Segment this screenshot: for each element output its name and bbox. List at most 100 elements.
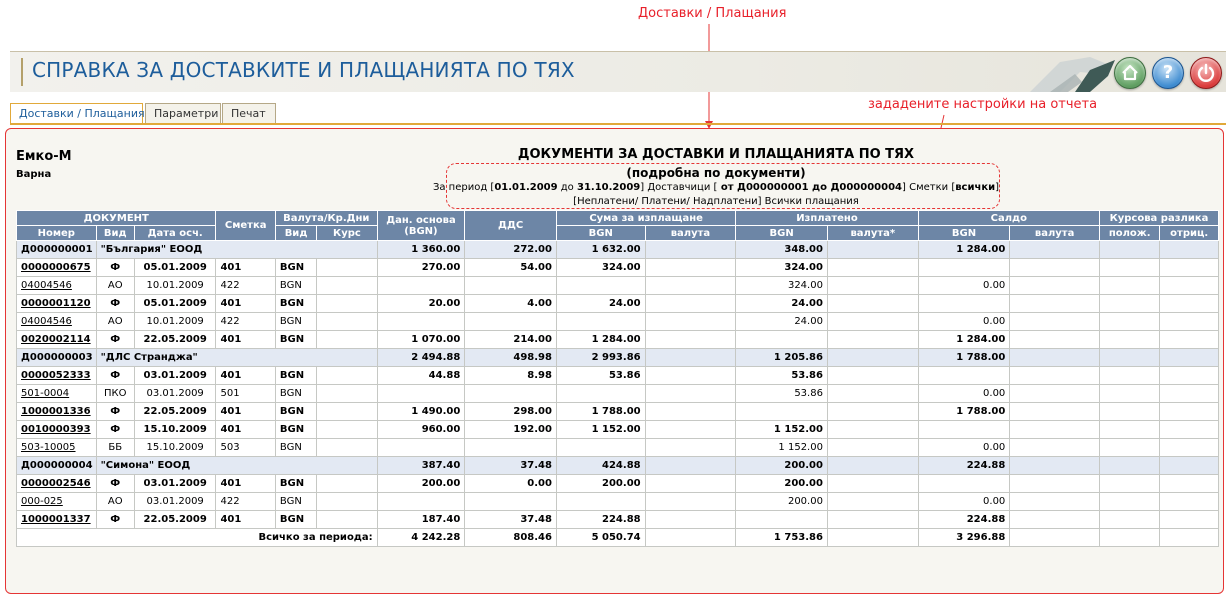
cell-number[interactable]: 1000001337 [16, 510, 97, 529]
report-title: ДОКУМЕНТИ ЗА ДОСТАВКИ И ПЛАЩАНИЯТА ПО ТЯ… [517, 147, 915, 162]
cell-fx-pos [1098, 456, 1161, 475]
cell-number[interactable]: 0000001120 [16, 294, 97, 313]
cell-currency-type: BGN [274, 492, 318, 511]
cell-currency-type: BGN [274, 312, 318, 331]
document-link[interactable]: 04004546 [21, 316, 72, 327]
cell-balance-currency [1009, 276, 1100, 295]
cell-number[interactable]: 501-0004 [16, 384, 97, 403]
cell-tax-base [376, 438, 466, 457]
col-cur-type: Вид [274, 225, 318, 241]
cell-tax-base [376, 276, 466, 295]
cell-vat: 214.00 [464, 330, 557, 349]
report-table-body: Д000000001 "България" ЕООД 1 360.00 272.00 1… [16, 240, 1219, 547]
cell-number[interactable]: 04004546 [16, 276, 97, 295]
cell-balance-bgn [917, 294, 1011, 313]
cell-date: 05.01.2009 [133, 258, 217, 277]
cell-balance-bgn: 224.88 [917, 456, 1011, 475]
cell-number[interactable]: 0000052333 [16, 366, 97, 385]
cell-vat: 54.00 [464, 258, 557, 277]
tab-print[interactable]: Печат [222, 103, 276, 124]
cell-number[interactable]: 000-025 [16, 492, 97, 511]
col-group-paid: Изплатено [735, 210, 919, 226]
supplier-row: Д000000004 "Симона" ЕООД 387.40 37.48 424.88… [16, 456, 1219, 475]
col-type: Вид [95, 225, 135, 241]
document-link[interactable]: 0010000393 [21, 424, 91, 435]
document-link[interactable]: 000-025 [21, 496, 63, 507]
cell-tax-base: 1 360.00 [376, 240, 466, 259]
col-fx-neg: отриц. [1159, 225, 1219, 241]
cell-fx-neg [1159, 348, 1219, 367]
cell-type: Ф [95, 294, 135, 313]
cell-rate [316, 294, 378, 313]
tab-deliveries-payments[interactable]: Доставки / Плащания [10, 103, 145, 125]
col-balance-bgn: BGN [917, 225, 1011, 241]
cell-balance-currency [1009, 492, 1100, 511]
cell-fx-neg [1159, 456, 1219, 475]
cell-number[interactable]: 1000001336 [16, 402, 97, 421]
cell-paid-currency [826, 366, 919, 385]
document-link[interactable]: 0000002546 [21, 478, 91, 489]
home-button[interactable] [1114, 57, 1146, 89]
cell-rate [316, 420, 378, 439]
cell-vat: 37.48 [464, 456, 557, 475]
cell-fx-pos [1098, 366, 1161, 385]
cell-vat: 37.48 [464, 510, 557, 529]
cell-fx-neg [1159, 510, 1219, 529]
cell-account: 401 [215, 402, 276, 421]
document-link[interactable]: 04004546 [21, 280, 72, 291]
document-link[interactable]: 0000000675 [21, 262, 91, 273]
power-icon [1197, 63, 1215, 82]
document-link[interactable]: 0000052333 [21, 370, 91, 381]
cell-vat: 498.98 [464, 348, 557, 367]
document-link[interactable]: 0020002114 [21, 334, 91, 345]
cell-currency-type: BGN [274, 420, 318, 439]
cell-type: Ф [95, 510, 135, 529]
cell-rate [316, 402, 378, 421]
cell-fx-pos [1098, 276, 1161, 295]
document-link[interactable]: 1000001337 [21, 514, 91, 525]
help-button[interactable]: ? [1152, 57, 1184, 89]
col-paid-bgn: BGN [735, 225, 828, 241]
cell-paid-currency [826, 474, 919, 493]
document-link[interactable]: 1000001336 [21, 406, 91, 417]
cell-balance-currency [1009, 510, 1100, 529]
total-pay-bgn: 5 050.74 [555, 528, 646, 547]
supplier-code: Д000000001 [16, 240, 97, 259]
cell-paid-currency [826, 456, 919, 475]
cell-rate [316, 438, 378, 457]
document-link[interactable]: 503-10005 [21, 442, 76, 453]
document-link[interactable]: 501-0004 [21, 388, 69, 399]
cell-paid-bgn: 53.86 [735, 384, 828, 403]
exit-button[interactable] [1190, 57, 1222, 89]
cell-vat: 298.00 [464, 402, 557, 421]
cell-tax-base: 960.00 [376, 420, 466, 439]
total-tax-base: 4 242.28 [376, 528, 466, 547]
cell-date: 15.10.2009 [133, 438, 217, 457]
col-account: Сметка [215, 210, 276, 241]
cell-number[interactable]: 0010000393 [16, 420, 97, 439]
cell-tax-base [376, 384, 466, 403]
cell-number[interactable]: 0000000675 [16, 258, 97, 277]
decorative-bird-graphic [1030, 57, 1115, 92]
cell-currency-type: BGN [274, 366, 318, 385]
cell-tax-base: 20.00 [376, 294, 466, 313]
cell-paid-bgn: 348.00 [735, 240, 828, 259]
cell-pay-bgn: 200.00 [555, 474, 646, 493]
cell-paid-bgn: 1 152.00 [735, 420, 828, 439]
cell-account: 401 [215, 330, 276, 349]
cell-number[interactable]: 0020002114 [16, 330, 97, 349]
cell-number[interactable]: 0000002546 [16, 474, 97, 493]
cell-currency-type: BGN [274, 384, 318, 403]
cell-tax-base: 44.88 [376, 366, 466, 385]
cell-paid-currency [826, 294, 919, 313]
cell-fx-pos [1098, 420, 1161, 439]
cell-pay-bgn [555, 312, 646, 331]
tab-parameters[interactable]: Параметри [145, 103, 221, 124]
cell-number[interactable]: 04004546 [16, 312, 97, 331]
cell-currency-type: BGN [274, 402, 318, 421]
cell-account: 503 [215, 438, 276, 457]
cell-paid-bgn: 200.00 [735, 492, 828, 511]
cell-vat [464, 438, 557, 457]
document-link[interactable]: 0000001120 [21, 298, 91, 309]
cell-number[interactable]: 503-10005 [16, 438, 97, 457]
